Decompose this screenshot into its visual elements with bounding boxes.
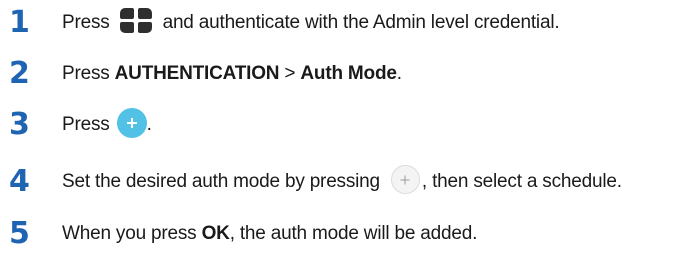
step-number: 4 xyxy=(9,164,30,199)
menu-auth-mode: Auth Mode xyxy=(300,63,397,84)
step-text-after: , then select a schedule. xyxy=(421,171,622,192)
step-number: 2 xyxy=(9,56,30,91)
step-number: 1 xyxy=(9,5,30,40)
step-text: Set the desired auth mode by pressing , t… xyxy=(62,162,622,202)
step-text: Press AUTHENTICATION > Auth Mode. xyxy=(62,54,402,94)
step-number: 3 xyxy=(9,107,30,142)
step-text-after: . xyxy=(146,114,152,135)
menu-authentication: AUTHENTICATION xyxy=(114,63,280,84)
step-text-before: Press xyxy=(62,12,110,33)
step-text-suffix: , the auth mode will be added. xyxy=(229,223,478,244)
step-text-prefix: Press xyxy=(62,63,115,84)
step-text-before: Set the desired auth mode by pressing xyxy=(62,171,380,192)
step-number: 5 xyxy=(9,216,30,251)
step-text-after: and authenticate with the Admin level cr… xyxy=(162,12,560,33)
add-circle-outline-icon xyxy=(390,165,420,195)
step-text: Press. xyxy=(62,105,152,145)
add-circle-icon xyxy=(116,107,147,138)
step-text-prefix: When you press xyxy=(62,223,202,244)
step-text-before: Press xyxy=(62,114,110,135)
menu-separator: > xyxy=(279,63,301,84)
ok-label: OK xyxy=(201,223,230,244)
grid-menu-icon xyxy=(119,8,153,34)
step-text: When you press OK, the auth mode will be… xyxy=(62,214,477,254)
step-text-suffix: . xyxy=(396,63,402,84)
step-text: Press and authenticate with the Admin lev… xyxy=(62,3,560,43)
